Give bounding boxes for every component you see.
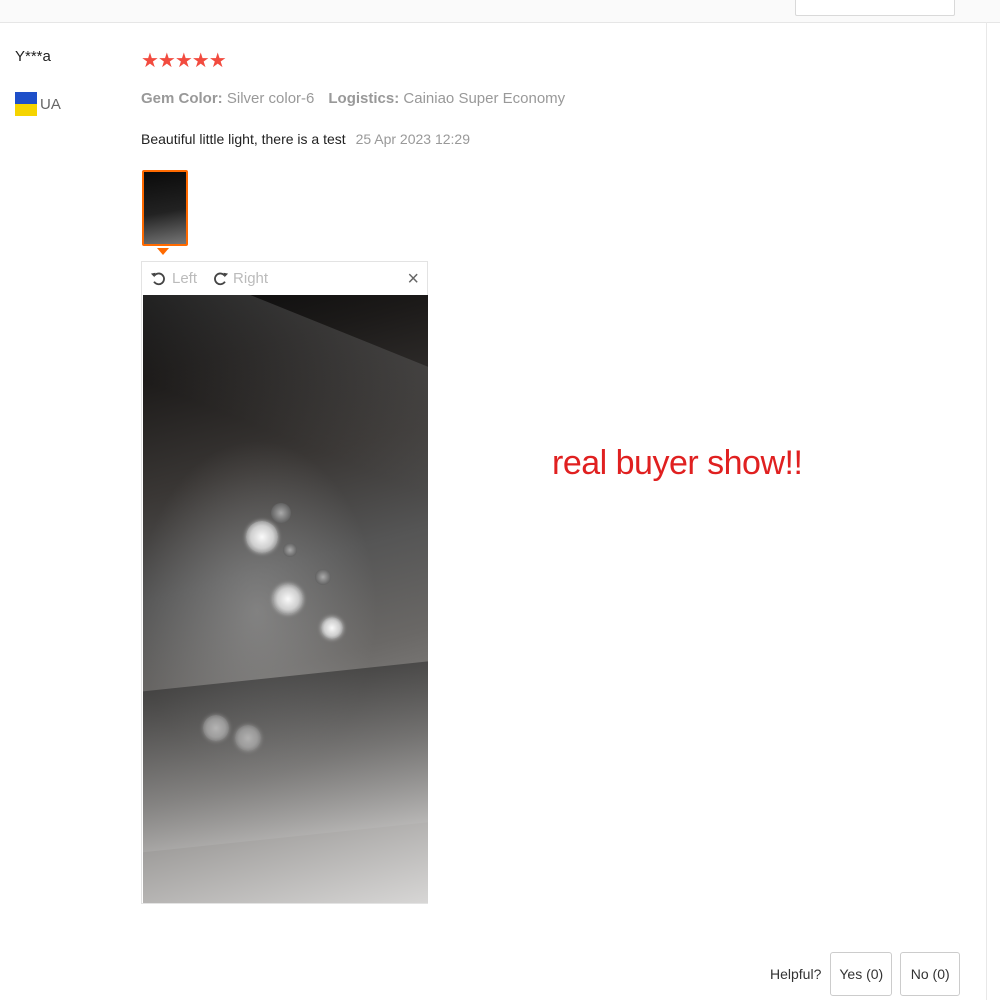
earring-small	[321, 617, 343, 639]
reviewer-country: UA	[15, 92, 61, 116]
rotate-right-button[interactable]: Right	[233, 270, 268, 287]
rating-stars: ★★★★★	[141, 50, 227, 72]
earring-reflection	[235, 725, 261, 751]
product-attributes: Gem Color: Silver color-6 Logistics: Cai…	[141, 90, 565, 107]
earring-reflection	[203, 715, 229, 741]
helpful-no-button[interactable]: No (0)	[900, 952, 961, 996]
earring-stud	[315, 569, 331, 585]
photo-viewer: Left Right ×	[141, 261, 428, 904]
rotate-left-icon[interactable]	[150, 270, 168, 288]
top-toolbar	[0, 0, 1000, 23]
attribute-value: Silver color-6	[226, 90, 315, 107]
rotate-right-icon[interactable]	[211, 270, 229, 288]
earring-large	[246, 521, 278, 553]
close-icon[interactable]: ×	[407, 269, 419, 289]
thumbnail-pointer	[157, 248, 169, 255]
attribute-logistics: Logistics: Cainiao Super Economy	[328, 90, 565, 107]
earring-stud	[271, 503, 291, 523]
review-text: Beautiful little light, there is a test	[141, 131, 346, 147]
review-date: 25 Apr 2023 12:29	[355, 131, 470, 147]
ukraine-flag-icon	[15, 92, 37, 116]
earring-stud	[283, 543, 297, 557]
helpful-vote: Helpful? Yes (0) No (0)	[770, 952, 961, 996]
rotate-left-button[interactable]: Left	[172, 270, 197, 287]
review-content: Beautiful little light, there is a test …	[141, 131, 470, 147]
attribute-label: Gem Color:	[141, 90, 223, 107]
sort-dropdown[interactable]	[795, 0, 955, 16]
content-divider	[986, 22, 987, 1000]
photo-viewer-toolbar: Left Right ×	[142, 262, 427, 295]
earring-medium	[273, 584, 303, 614]
review-photo	[143, 295, 428, 903]
attribute-gem-color: Gem Color: Silver color-6	[141, 90, 314, 107]
helpful-label: Helpful?	[770, 966, 822, 982]
review-photo-thumbnail[interactable]	[142, 170, 188, 246]
reviewer-name: Y***a	[15, 48, 51, 65]
promo-caption: real buyer show!!	[552, 444, 803, 482]
attribute-label: Logistics:	[328, 90, 400, 107]
helpful-yes-button[interactable]: Yes (0)	[830, 952, 893, 996]
attribute-value: Cainiao Super Economy	[403, 90, 566, 107]
country-code: UA	[40, 95, 61, 113]
